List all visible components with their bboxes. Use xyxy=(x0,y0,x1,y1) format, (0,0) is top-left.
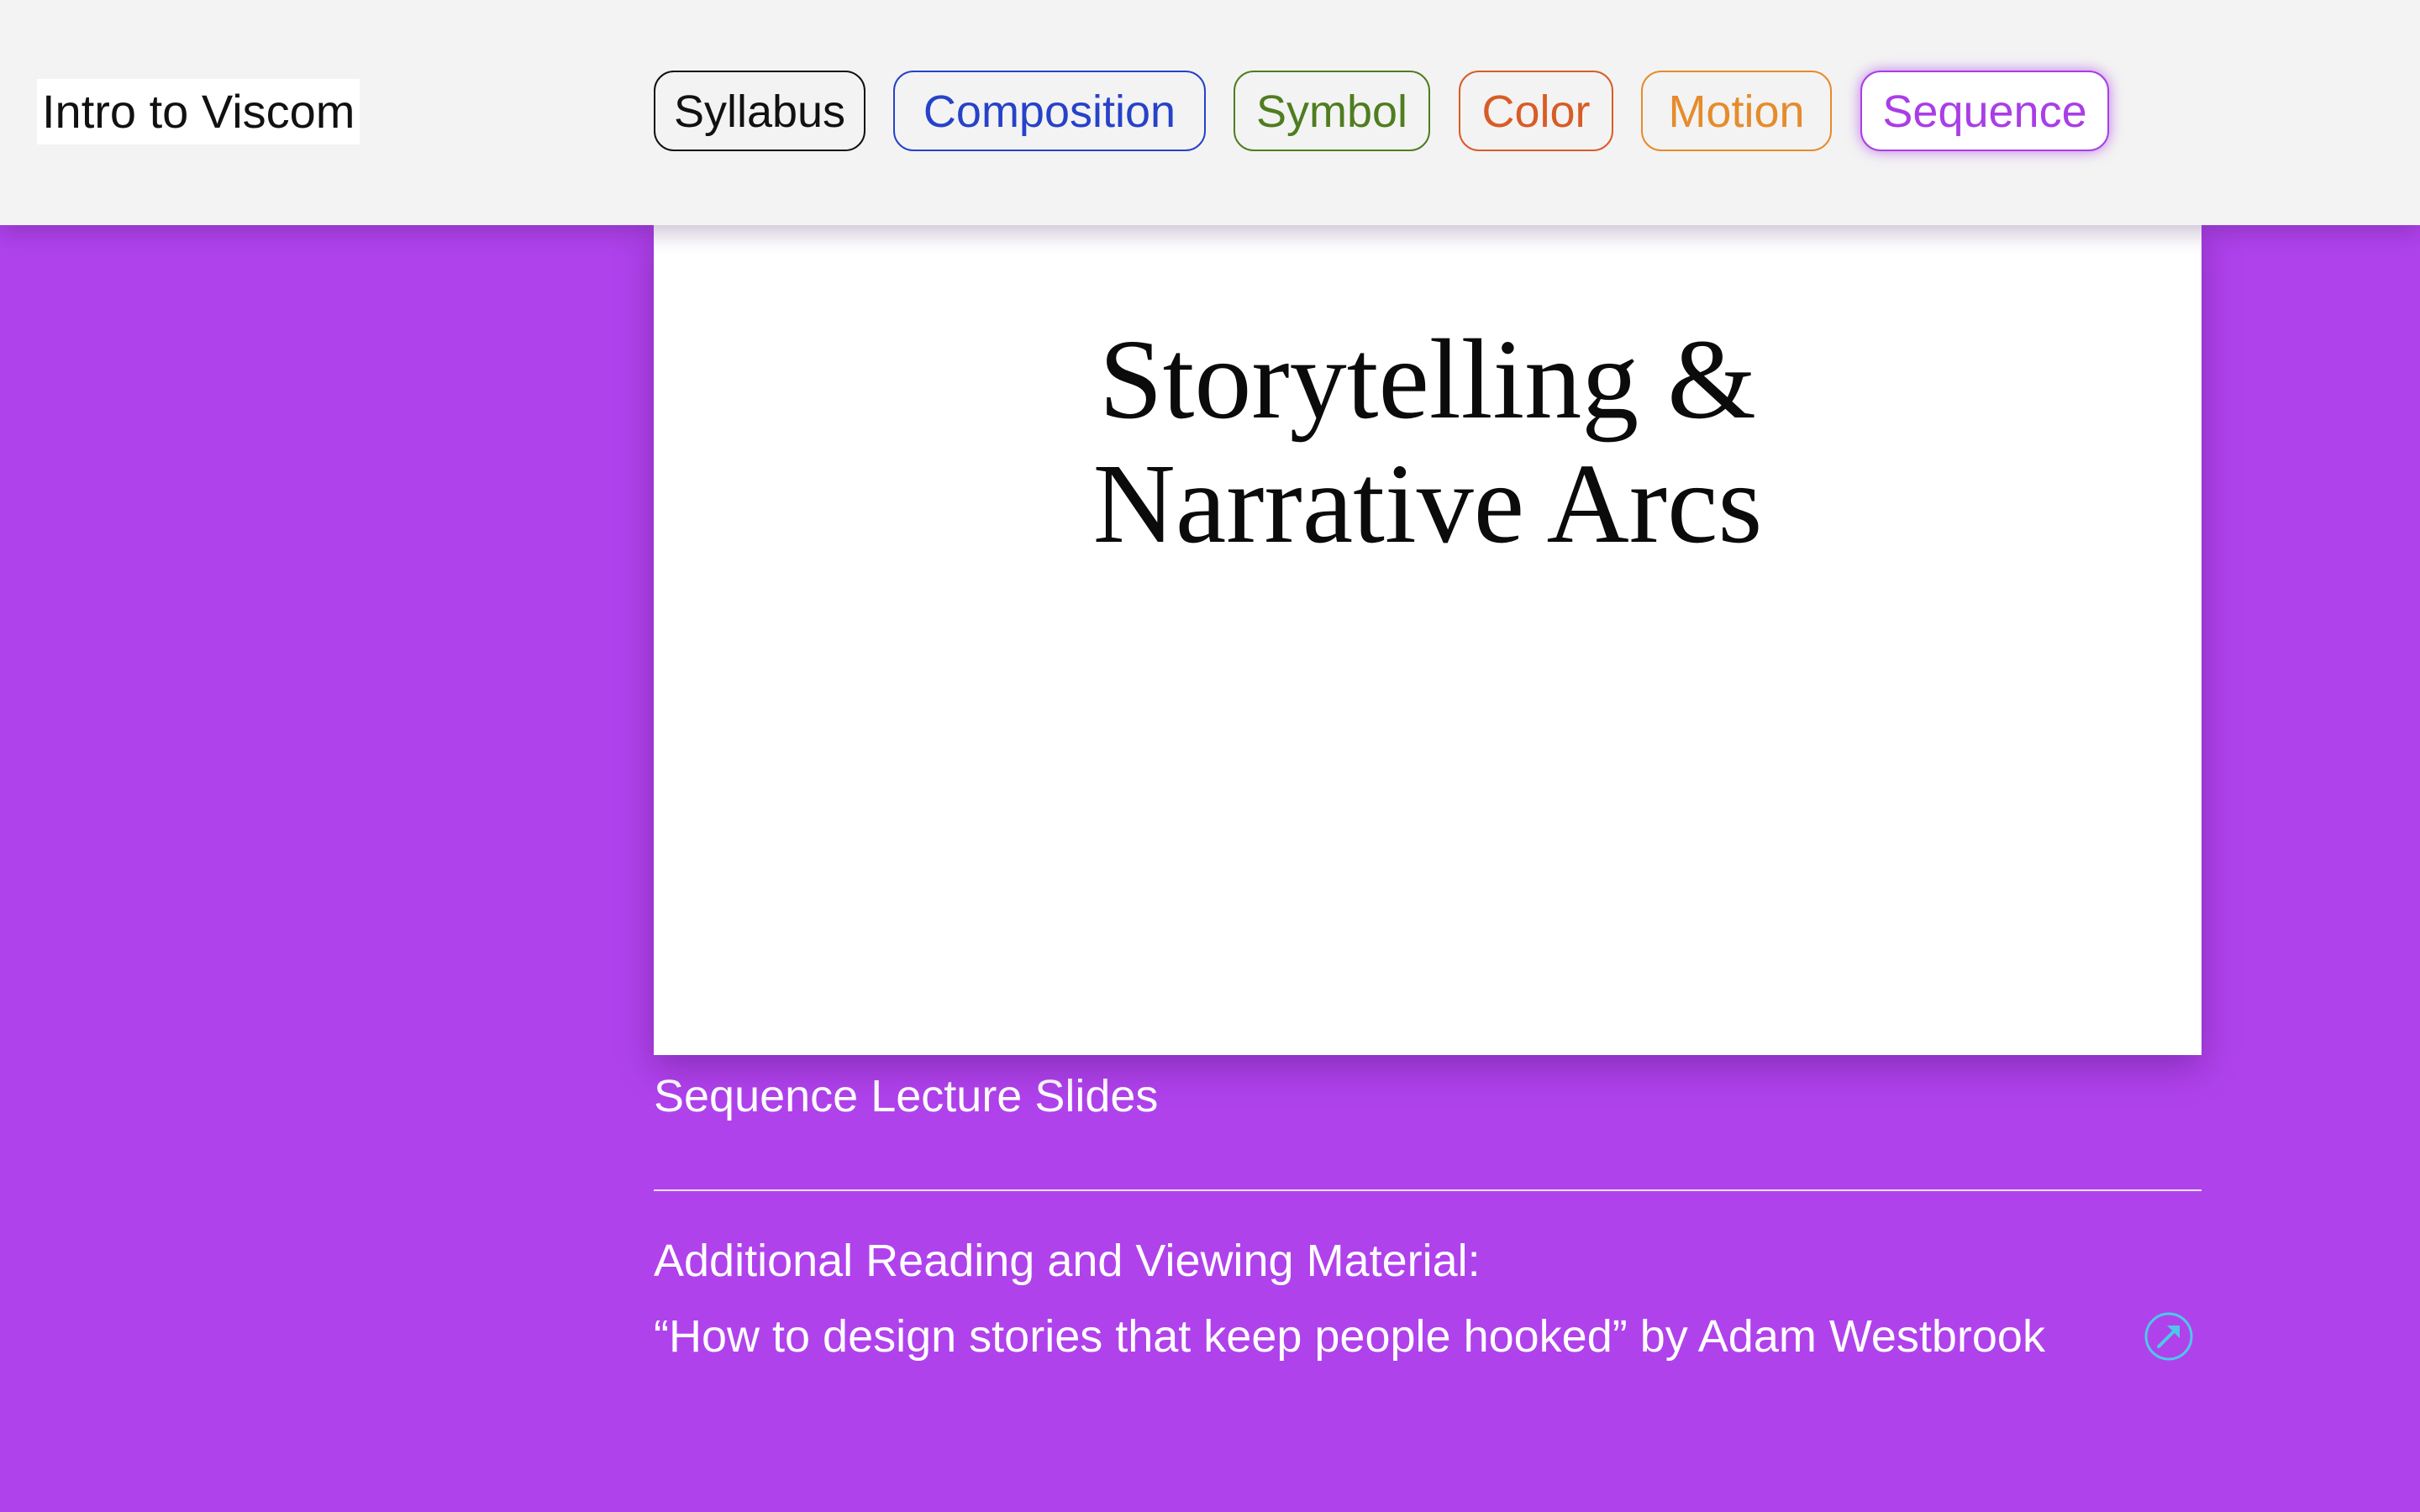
nav-color-button[interactable]: Color xyxy=(1459,71,1613,151)
site-title[interactable]: Intro to Viscom xyxy=(37,79,360,144)
top-navigation-bar: Intro to Viscom Syllabus Composition Sym… xyxy=(0,0,2420,225)
external-link-arrow-icon[interactable] xyxy=(2144,1312,2193,1361)
slides-caption: Sequence Lecture Slides xyxy=(654,1071,1159,1121)
reading-heading: Additional Reading and Viewing Material: xyxy=(654,1236,1481,1286)
slide-title-line-2: Narrative Arcs xyxy=(1092,441,1763,567)
nav-composition-button[interactable]: Composition xyxy=(893,71,1206,151)
nav-motion-button[interactable]: Motion xyxy=(1641,71,1832,151)
lecture-slide-embed[interactable]: Storytelling & Narrative Arcs xyxy=(654,225,2202,1055)
section-divider xyxy=(654,1189,2202,1191)
slide-title-line-1: Storytelling & xyxy=(1099,317,1756,443)
reading-link[interactable]: “How to design stories that keep people … xyxy=(654,1307,2045,1366)
slide-title: Storytelling & Narrative Arcs xyxy=(654,318,2202,566)
nav-symbol-button[interactable]: Symbol xyxy=(1234,71,1430,151)
nav-sequence-button[interactable]: Sequence xyxy=(1860,71,2109,151)
nav-syllabus-button[interactable]: Syllabus xyxy=(654,71,865,151)
